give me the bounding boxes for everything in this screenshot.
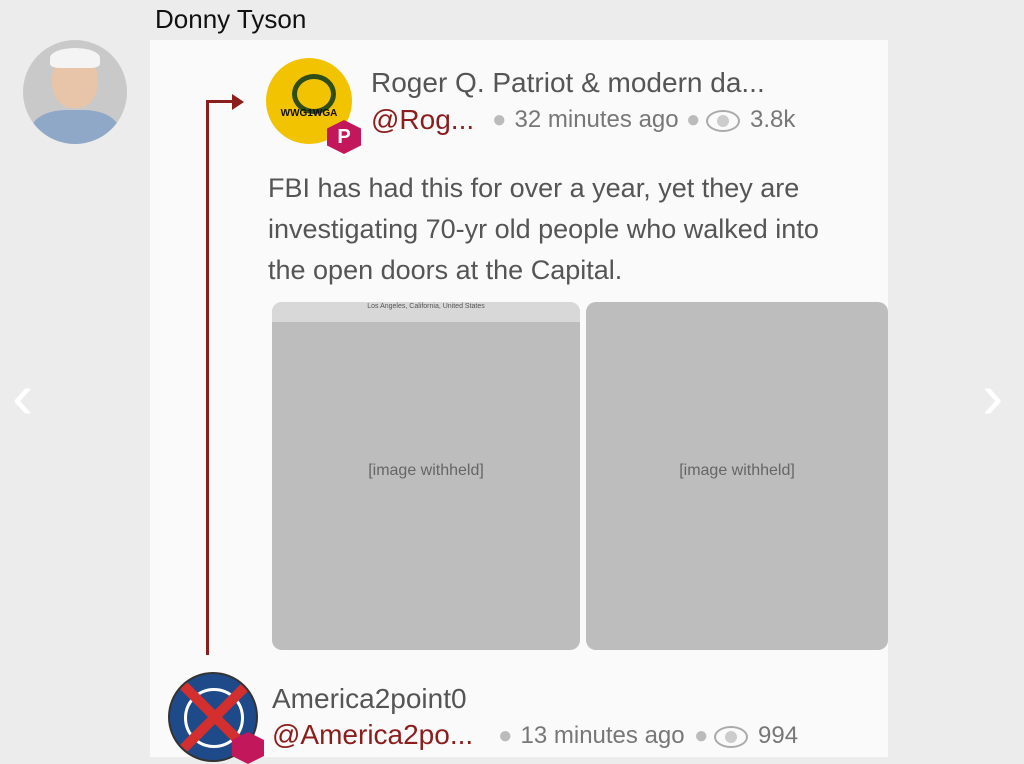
prev-photo-arrow-icon[interactable]: ‹ — [12, 364, 33, 428]
avatar-badge-text: WWG1WGA — [280, 108, 338, 119]
avatar-shirt — [31, 110, 119, 144]
post1-views: 3.8k — [750, 106, 796, 133]
post1-time-text: 32 minutes ago — [514, 106, 679, 133]
post2-author-name[interactable]: America2point0 — [272, 683, 467, 715]
next-photo-arrow-icon[interactable]: › — [982, 364, 1003, 428]
thread-arrowhead-icon — [232, 94, 244, 110]
post2-author-handle[interactable]: @America2po... — [272, 719, 473, 751]
poster-avatar[interactable] — [23, 40, 127, 144]
post1-text: FBI has had this for over a year, yet th… — [268, 173, 819, 285]
thread-connector-line — [206, 100, 209, 655]
image-placeholder: [image withheld] — [679, 462, 795, 479]
post1-time: ● 32 minutes ago — [492, 106, 679, 134]
avatar-hair — [50, 48, 100, 68]
post2-views: 994 — [758, 722, 799, 749]
post1-image-1[interactable]: Los Angeles, California, United States [… — [272, 302, 580, 650]
post1-author-handle[interactable]: @Rog... — [371, 104, 474, 136]
separator-dot: ● — [492, 106, 507, 133]
image-placeholder: [image withheld] — [368, 462, 484, 479]
post1-image-2[interactable]: [image withheld] — [586, 302, 888, 650]
views-eye-icon — [714, 726, 748, 748]
post2-time: ● 13 minutes ago — [498, 722, 685, 749]
image-location-caption: Los Angeles, California, United States — [272, 302, 580, 322]
poster-name[interactable]: Donny Tyson — [155, 4, 306, 35]
post1-author-name[interactable]: Roger Q. Patriot & modern da... — [371, 67, 765, 99]
views-eye-icon — [706, 110, 740, 132]
